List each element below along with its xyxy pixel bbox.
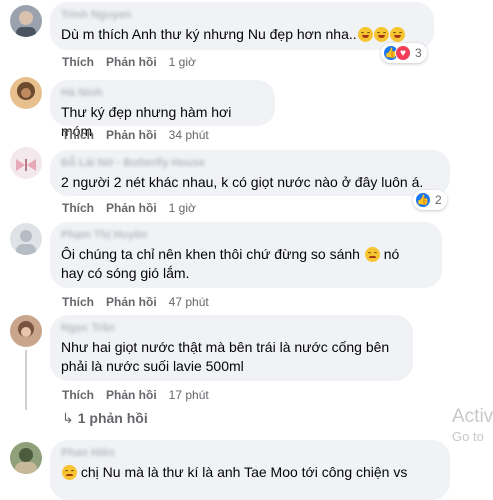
reaction-count: 3 [415, 46, 422, 60]
reply-thread-line [25, 350, 27, 410]
grin-emoji-icon [357, 27, 373, 42]
reply-button[interactable]: Phản hồi [106, 128, 157, 142]
reply-button[interactable]: Phản hồi [106, 55, 157, 69]
comment-bubble: Phạm Thị Huyền Ôi chúng ta chỉ nên khen … [50, 222, 442, 288]
timestamp[interactable]: 17 phút [169, 388, 209, 402]
like-icon: 👍 [415, 192, 431, 208]
comment-actions: Thích Phản hồi 34 phút [62, 128, 209, 142]
avatar[interactable] [10, 5, 42, 37]
avatar[interactable] [10, 147, 42, 179]
reply-arrow-icon: ↳ [62, 410, 74, 426]
comment-text: chị Nu mà là thư kí là anh Tae Moo tới c… [61, 464, 407, 480]
windows-activation-watermark: Activ Go to [452, 406, 493, 444]
reaction-summary[interactable]: 👍 ♥ 3 [381, 43, 427, 63]
avatar[interactable] [10, 442, 42, 474]
like-button[interactable]: Thích [62, 388, 94, 402]
comment-actions: Thích Phản hồi 1 giờ [62, 55, 196, 69]
like-button[interactable]: Thích [62, 128, 94, 142]
comment-text: Như hai giọt nước thật mà bên trái là nư… [61, 339, 390, 374]
comment-text: Ôi chúng ta chỉ nên khen thôi chứ đừng s… [61, 246, 400, 281]
comment-actions: Thích Phản hồi 17 phút [62, 388, 209, 402]
love-icon: ♥ [395, 45, 411, 61]
reaction-count: 2 [435, 193, 442, 207]
comment-bubble: Ngọc Trần Như hai giọt nước thật mà bên … [50, 315, 413, 381]
comment-text: 2 người 2 nét khác nhau, k có giọt nước … [61, 174, 424, 190]
reply-button[interactable]: Phản hồi [106, 295, 157, 309]
reply-button[interactable]: Phản hồi [106, 201, 157, 215]
like-button[interactable]: Thích [62, 55, 94, 69]
timestamp[interactable]: 47 phút [169, 295, 209, 309]
comment-bubble: Phan Hiền chị Nu mà là thư kí là anh Tae… [50, 440, 450, 500]
author-name[interactable]: Trinh Nguyen [61, 9, 422, 22]
author-name[interactable]: Đỗ Lài Nở · Butterfly House [61, 157, 438, 170]
author-name[interactable]: Phạm Thị Huyền [61, 229, 430, 242]
like-button[interactable]: Thích [62, 295, 94, 309]
timestamp[interactable]: 34 phút [169, 128, 209, 142]
sad-emoji-icon [62, 465, 77, 480]
author-name[interactable]: Hà Ninh [61, 87, 263, 100]
grin-emoji-icon [389, 27, 405, 42]
comment-text: Dù m thích Anh thư ký nhưng Nu đẹp hơn n… [61, 26, 405, 42]
like-button[interactable]: Thích [62, 201, 94, 215]
timestamp[interactable]: 1 giờ [169, 55, 196, 69]
comment-bubble: Trinh Nguyen Dù m thích Anh thư ký nhưng… [50, 2, 434, 50]
timestamp[interactable]: 1 giờ [169, 201, 196, 215]
avatar[interactable] [10, 77, 42, 109]
author-name[interactable]: Ngọc Trần [61, 322, 401, 335]
grin-emoji-icon [373, 27, 389, 42]
avatar[interactable] [10, 223, 42, 255]
view-replies-link[interactable]: ↳ 1 phản hồi [62, 410, 148, 427]
author-name[interactable]: Phan Hiền [61, 447, 438, 460]
comment-bubble: Hà Ninh Thư ký đẹp nhưng hàm hơi móm [50, 80, 275, 139]
comment-actions: Thích Phản hồi 1 giờ [62, 201, 196, 215]
sad-emoji-icon [364, 247, 380, 262]
reply-button[interactable]: Phản hồi [106, 388, 157, 402]
reaction-summary[interactable]: 👍 2 [413, 190, 447, 210]
comment-actions: Thích Phản hồi 47 phút [62, 295, 209, 309]
comment-bubble: Đỗ Lài Nở · Butterfly House 2 người 2 né… [50, 150, 450, 196]
avatar[interactable] [10, 315, 42, 347]
